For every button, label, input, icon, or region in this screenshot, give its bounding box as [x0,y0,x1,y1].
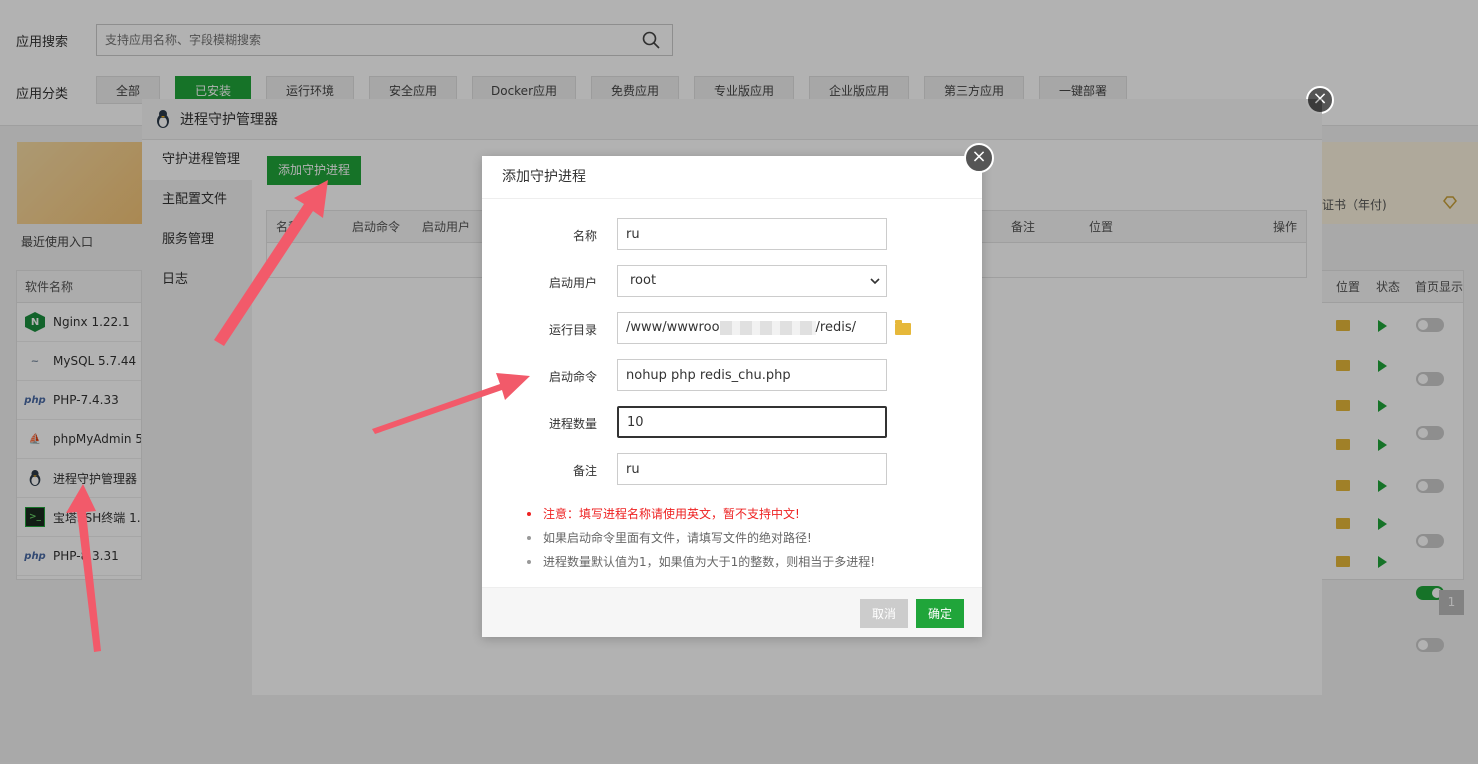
dir-label: 运行目录 [548,323,597,337]
chevron-down-icon [870,278,880,285]
cancel-button[interactable]: 取消 [860,599,908,628]
name-label: 名称 [572,229,597,243]
add-guard-process-dialog: 添加守护进程 名称 启动用户 root 运行目录 /www/wwwroo/red… [482,156,982,637]
tips-list: 注意：填写进程名称请使用英文，暂不支持中文! 如果启动命令里面有文件，请填写文件… [527,502,875,574]
dir-value-prefix: /www/wwwroo [626,320,720,335]
redacted-block [719,320,816,335]
tip-item: 如果启动命令里面有文件，请填写文件的绝对路径! [527,526,875,550]
note-input[interactable] [617,453,887,485]
close-icon[interactable]: × [964,143,994,173]
name-input[interactable] [617,218,887,250]
user-label: 启动用户 [548,276,597,290]
count-input[interactable] [617,406,887,438]
confirm-button[interactable]: 确定 [916,599,964,628]
tip-warning: 注意：填写进程名称请使用英文，暂不支持中文! [527,502,875,526]
command-input[interactable] [617,359,887,391]
dialog-footer: 取消 确定 [482,587,982,637]
user-select-value: root [630,273,657,288]
tip-item: 进程数量默认值为1，如果值为大于1的整数，则相当于多进程! [527,550,875,574]
user-select[interactable]: root [617,265,887,297]
dir-value-suffix: /redis/ [815,320,856,335]
note-label: 备注 [572,464,597,478]
dialog-title: 添加守护进程 [482,156,982,199]
command-label: 启动命令 [548,370,597,384]
dir-input[interactable]: /www/wwwroo/redis/ [617,312,887,344]
folder-icon[interactable] [895,320,911,335]
count-label: 进程数量 [548,417,597,431]
